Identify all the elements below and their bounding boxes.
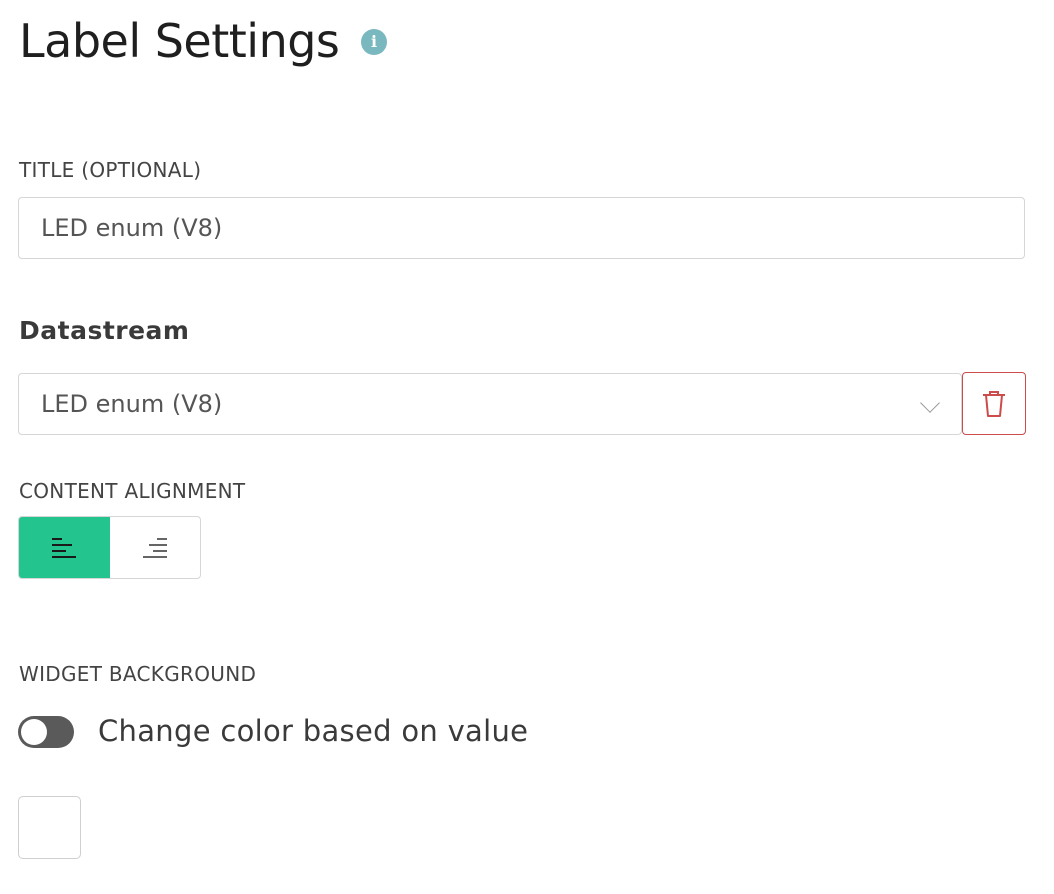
- align-left-button[interactable]: [19, 517, 110, 578]
- title-input[interactable]: [18, 197, 1025, 259]
- color-by-value-toggle[interactable]: [18, 716, 74, 748]
- align-right-button[interactable]: [110, 517, 201, 578]
- datastream-select[interactable]: LED enum (V8): [18, 373, 962, 435]
- content-alignment-label: CONTENT ALIGNMENT: [19, 479, 246, 503]
- background-color-swatch[interactable]: [18, 796, 81, 859]
- align-right-icon: [142, 537, 167, 558]
- toggle-knob: [21, 719, 47, 745]
- info-icon[interactable]: i: [361, 29, 387, 55]
- title-field-label: TITLE (OPTIONAL): [19, 158, 202, 182]
- delete-datastream-button[interactable]: [962, 372, 1026, 435]
- widget-background-label: WIDGET BACKGROUND: [19, 662, 257, 686]
- chevron-down-icon: [920, 393, 940, 413]
- datastream-heading: Datastream: [19, 316, 190, 345]
- page-title: Label Settings: [19, 14, 340, 68]
- toggle-label: Change color based on value: [98, 714, 529, 748]
- datastream-selected-value: LED enum (V8): [41, 390, 223, 418]
- trash-icon: [983, 390, 1005, 417]
- align-left-icon: [52, 537, 77, 558]
- alignment-toggle-group: [18, 516, 201, 579]
